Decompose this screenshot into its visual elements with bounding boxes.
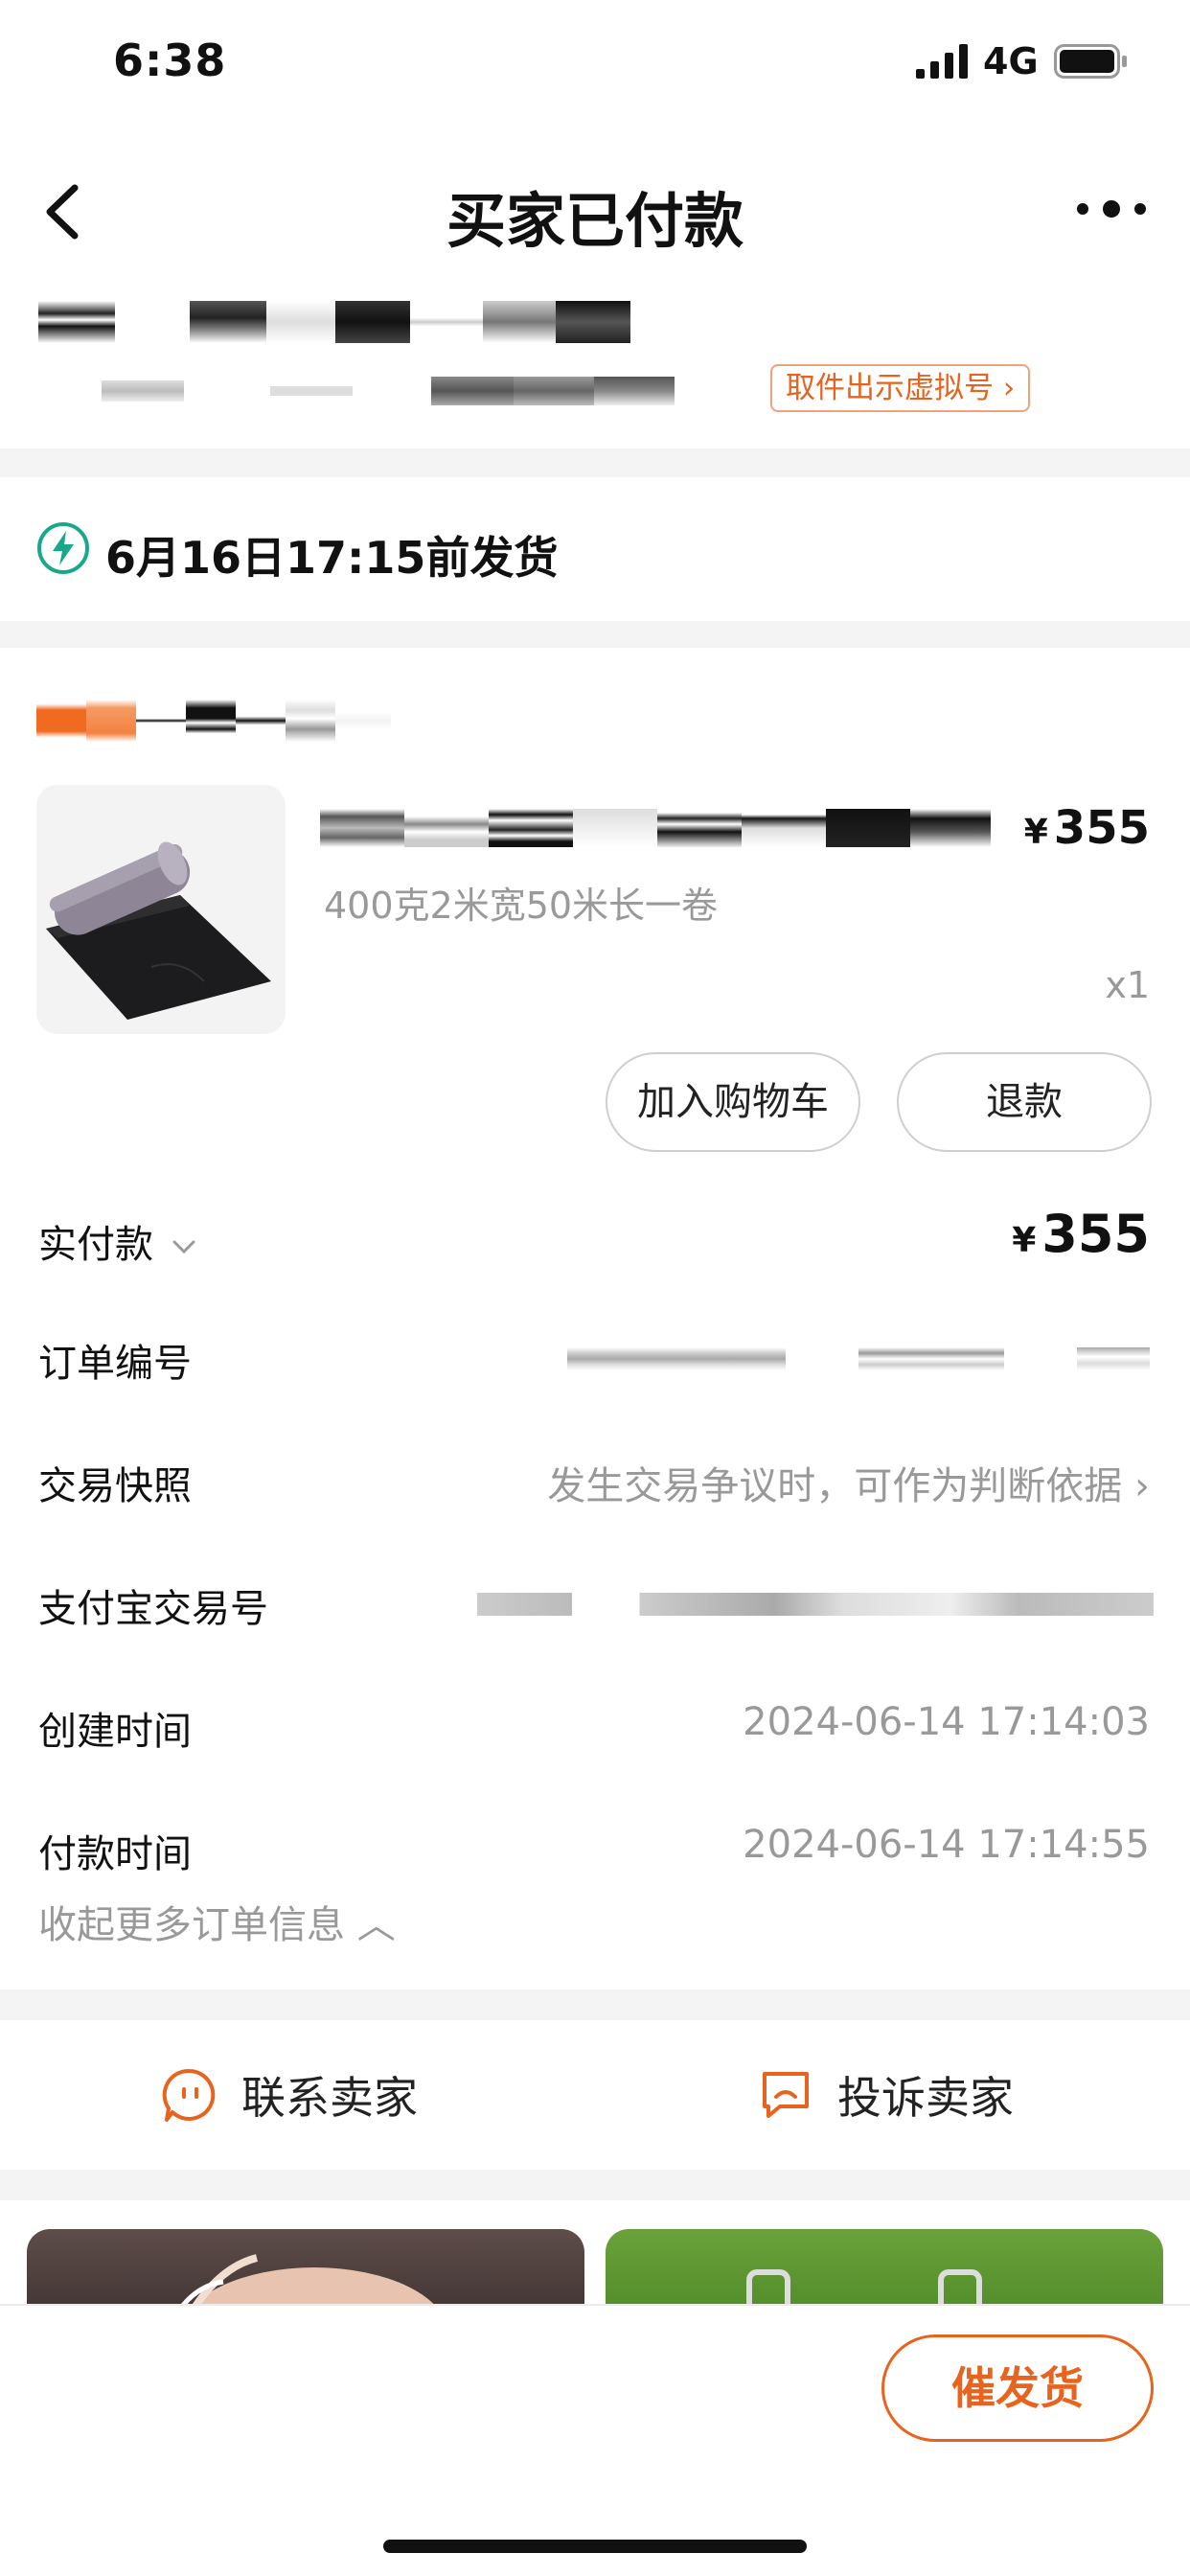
order-card: ¥355 400克2米宽50米长一卷 x1 加入购物车 退款 实付款 ¥355 … <box>0 648 1190 1990</box>
add-to-cart-button[interactable]: 加入购物车 <box>606 1052 860 1152</box>
bottom-action-bar: 催发货 <box>0 2304 1190 2576</box>
page-title: 买家已付款 <box>446 186 744 256</box>
status-time: 6:38 <box>113 34 227 86</box>
currency-symbol: ¥ <box>1012 1221 1037 1260</box>
paid-value: 2024-06-14 17:14:55 <box>743 1823 1150 1867</box>
battery-icon <box>1054 44 1127 79</box>
currency-symbol: ¥ <box>1023 813 1048 852</box>
shop-name-redacted[interactable] <box>36 700 391 742</box>
created-time-row: 创建时间 2024-06-14 17:14:03 <box>0 1683 1190 1769</box>
complain-seller-label: 投诉卖家 <box>837 2072 1014 2124</box>
complain-seller-button[interactable]: 投诉卖家 <box>757 2064 1014 2126</box>
total-label-text: 实付款 <box>38 1223 153 1267</box>
created-value: 2024-06-14 17:14:03 <box>743 1700 1150 1744</box>
more-icon[interactable] <box>1071 190 1152 228</box>
urge-shipping-button[interactable]: 催发货 <box>881 2334 1154 2442</box>
refund-button[interactable]: 退款 <box>897 1052 1152 1152</box>
ship-deadline: 6月16日17:15前发货 <box>105 532 559 584</box>
item-price: ¥355 <box>1024 801 1150 855</box>
section-divider <box>0 621 1190 648</box>
item-price-value: 355 <box>1053 801 1150 855</box>
item-quantity: x1 <box>1105 964 1150 1006</box>
section-divider <box>0 2170 1190 2200</box>
shipping-status: 6月16日17:15前发货 <box>0 477 1190 621</box>
alipay-row[interactable]: 支付宝交易号 <box>0 1560 1190 1646</box>
address-redacted <box>102 372 753 410</box>
status-bar: 6:38 4G <box>0 0 1190 130</box>
paid-label: 付款时间 <box>38 1832 192 1876</box>
collapse-order-info-button[interactable]: 收起更多订单信息 ︿ <box>38 1894 396 1949</box>
item-spec: 400克2米宽50米长一卷 <box>324 885 719 927</box>
snapshot-value[interactable]: 发生交易争议时，可作为判断依据 › <box>547 1455 1150 1510</box>
alipay-number-redacted <box>477 1593 1154 1616</box>
contact-seller-label: 联系卖家 <box>241 2072 418 2124</box>
product-image[interactable] <box>36 785 286 1034</box>
snapshot-row[interactable]: 交易快照 发生交易争议时，可作为判断依据 › <box>0 1438 1190 1524</box>
order-number-redacted <box>567 1347 786 1370</box>
section-divider <box>0 1990 1190 2020</box>
recipient-redacted <box>38 301 632 343</box>
chat-face-icon <box>162 2068 216 2122</box>
product-title-redacted[interactable] <box>320 809 998 851</box>
order-number-row[interactable]: 订单编号 <box>0 1315 1190 1401</box>
order-number-label: 订单编号 <box>38 1342 192 1386</box>
total-row[interactable]: 实付款 ¥355 <box>0 1196 1190 1282</box>
chevron-down-icon[interactable] <box>171 1233 197 1260</box>
total-label: 实付款 <box>38 1213 197 1269</box>
address-section[interactable]: 取件出示虚拟号 › <box>0 284 1190 447</box>
lightning-icon <box>37 522 89 574</box>
total-amount: 355 <box>1041 1204 1150 1264</box>
contact-bar: 联系卖家 投诉卖家 <box>0 2020 1190 2170</box>
signal-icon <box>916 44 968 79</box>
network-type: 4G <box>983 40 1039 82</box>
home-indicator <box>383 2540 807 2553</box>
virtual-number-button[interactable]: 取件出示虚拟号 › <box>770 364 1031 412</box>
complaint-icon <box>763 2072 809 2118</box>
order-number-redacted <box>1077 1347 1150 1370</box>
created-label: 创建时间 <box>38 1710 192 1754</box>
contact-seller-button[interactable]: 联系卖家 <box>161 2064 418 2126</box>
recommendations <box>0 2200 1190 2325</box>
order-number-redacted <box>858 1347 1004 1370</box>
total-value: ¥355 <box>1012 1204 1150 1264</box>
paid-time-row: 付款时间 2024-06-14 17:14:55 <box>0 1806 1190 1892</box>
product-roll-illustration <box>46 841 271 1020</box>
section-divider <box>0 448 1190 477</box>
nav-bar: 买家已付款 <box>0 144 1190 278</box>
snapshot-label: 交易快照 <box>38 1464 192 1508</box>
alipay-label: 支付宝交易号 <box>38 1587 268 1631</box>
